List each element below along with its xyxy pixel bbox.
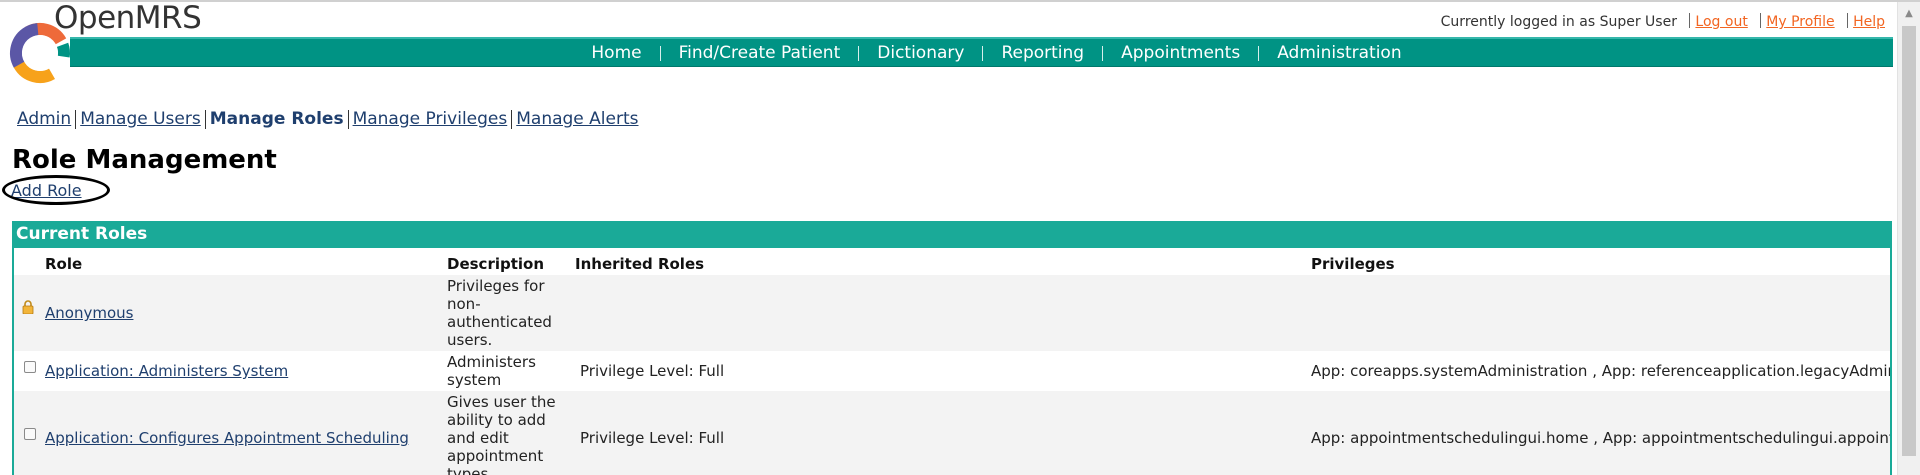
table-row: Application: Administers System Administ… [14,351,1892,391]
current-roles-box: Current Roles Role Description Inherited… [12,221,1892,475]
role-description: Gives user the ability to add and edit a… [447,393,556,475]
submenu-manage-privileges[interactable]: Manage Privileges [353,109,508,129]
admin-submenu: Admin Manage Users Manage Roles Manage P… [17,109,639,129]
roles-table: Role Description Inherited Roles Privile… [14,248,1892,475]
role-privileges: App: coreapps.systemAdministration , App… [1311,362,1892,380]
nav-home[interactable]: Home [573,43,659,63]
nav-dictionary[interactable]: Dictionary [859,43,982,63]
row-lock-cell [14,275,45,351]
page-title: Role Management [12,145,277,175]
vertical-scrollbar[interactable]: ▲ [1897,2,1920,475]
logo-text: OpenMRS [54,0,202,36]
role-description: Administers system [447,353,536,389]
role-inherited: Privilege Level: Full [580,362,725,380]
separator [347,109,349,129]
scrollbar-thumb[interactable] [1902,26,1916,456]
role-link[interactable]: Application: Configures Appointment Sche… [45,429,409,447]
checkbox-column-header [14,248,45,275]
role-inherited [575,275,1311,351]
role-inherited: Privilege Level: Full [580,429,725,447]
window-top-border [0,0,1920,2]
role-description: Privileges for non-authenticated users. [447,277,552,349]
logout-link[interactable]: Log out [1695,14,1747,30]
column-header-description: Description [447,255,545,273]
my-profile-link[interactable]: My Profile [1766,14,1834,30]
separator [1847,13,1849,28]
nav-administration[interactable]: Administration [1259,43,1419,63]
main-navigation: Home Find/Create Patient Dictionary Repo… [70,37,1893,67]
scroll-up-arrow-icon[interactable]: ▲ [1898,2,1920,24]
submenu-manage-alerts[interactable]: Manage Alerts [516,109,638,129]
separator [1760,13,1762,28]
row-checkbox[interactable] [24,360,36,373]
logged-in-text: Currently logged in as Super User [1440,14,1677,30]
column-header-privileges: Privileges [1311,255,1395,273]
separator [1689,13,1691,28]
nav-find-create-patient[interactable]: Find/Create Patient [661,43,859,63]
separator [511,109,513,129]
lock-icon [22,300,34,315]
help-link[interactable]: Help [1853,14,1885,30]
add-role-link[interactable]: Add Role [11,181,82,200]
submenu-manage-users[interactable]: Manage Users [80,109,201,129]
role-link[interactable]: Anonymous [45,304,133,322]
column-header-role: Role [45,255,83,273]
separator [204,109,206,129]
submenu-admin[interactable]: Admin [17,109,71,129]
column-header-inherited-roles: Inherited Roles [575,255,705,273]
table-row: Application: Configures Appointment Sche… [14,391,1890,475]
row-checkbox[interactable] [24,427,36,440]
submenu-manage-roles: Manage Roles [209,109,344,129]
table-row: Anonymous Privileges for non-authenticat… [14,275,1890,351]
separator [75,109,77,129]
role-privileges [1311,275,1890,351]
nav-reporting[interactable]: Reporting [983,43,1102,63]
nav-appointments[interactable]: Appointments [1103,43,1258,63]
current-roles-header: Current Roles [14,221,1890,248]
user-bar: Currently logged in as Super User Log ou… [1441,13,1885,30]
role-privileges: App: appointmentschedulingui.home , App:… [1311,429,1890,447]
role-link[interactable]: Application: Administers System [45,362,288,380]
